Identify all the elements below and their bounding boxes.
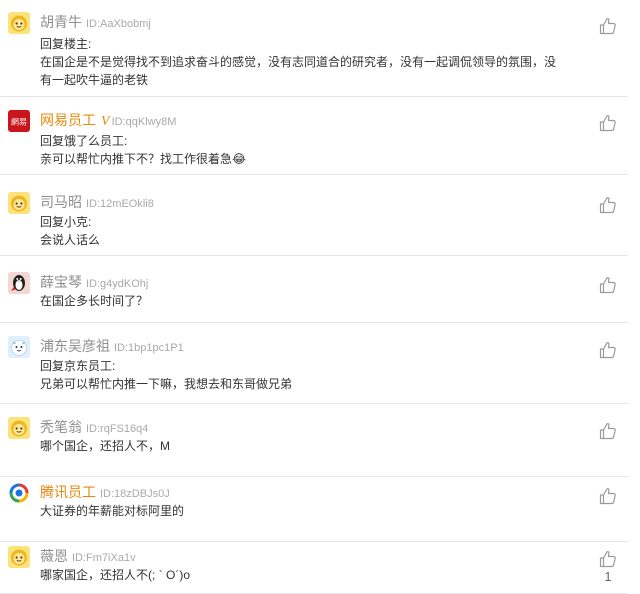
username[interactable]: 薇恩 [40, 548, 68, 564]
comment-item: 秃笔翁 ID:rqFS16q4 哪个国企，还招人不，M [0, 404, 628, 477]
username[interactable]: 秃笔翁 [40, 419, 82, 435]
comment-list: 胡青牛 ID:AaXbobmj 回复楼主: 在国企是不是觉得找不到追求奋斗的感觉，没有… [0, 0, 640, 594]
comment-header: 腾讯员工 ID:18zDBJs0J [40, 482, 170, 502]
comment-item: 薇恩 ID:Fm7iXa1v 哪家国企，还招人不(; ` O´)o 1 [0, 542, 628, 594]
username[interactable]: 网易员工 [40, 112, 96, 128]
comment-text: 大证券的年薪能对标阿里的 [40, 502, 585, 520]
comment-header: 薛宝琴 ID:g4ydKOhj [40, 272, 148, 292]
comment-header: 浦东吴彦祖 ID:1bp1pc1P1 [40, 336, 184, 356]
comment-text: 回复小克: 会说人话么 [40, 213, 585, 249]
verified-badge: V [101, 114, 110, 129]
comment-item: 薛宝琴 ID:g4ydKOhj 在国企多长时间了？ [0, 256, 628, 323]
comment-line: 哪家国企，还招人不(; ` O´)o [40, 568, 190, 582]
comment-item: 胡青牛 ID:AaXbobmj 回复楼主: 在国企是不是觉得找不到追求奋斗的感觉，没有… [0, 0, 628, 97]
thumbs-up-icon[interactable] [598, 113, 618, 133]
user-id: ID:g4ydKOhj [86, 278, 149, 290]
comment-text: 回复饿了么员工: 亲可以帮忙内推下不？找工作很着急😂 [40, 132, 585, 168]
avatar[interactable]: 網易 [8, 110, 30, 132]
user-id: ID:18zDBJs0J [100, 488, 170, 500]
user-id: ID:1bp1pc1P1 [114, 342, 184, 354]
thumbs-up-icon[interactable] [598, 421, 618, 441]
username[interactable]: 薛宝琴 [40, 274, 82, 290]
avatar[interactable] [8, 12, 30, 34]
comment-line: 亲可以帮忙内推下不？找工作很着急😂 [40, 152, 247, 166]
thumbs-up-icon[interactable] [598, 195, 618, 215]
thumbs-up-icon[interactable] [598, 486, 618, 506]
comment-line: 有一起吹牛逼的老铁 [40, 73, 149, 87]
comment-text: 哪个国企，还招人不，M [40, 437, 585, 455]
username[interactable]: 司马昭 [40, 194, 82, 210]
comment-header: 秃笔翁 ID:rqFS16q4 [40, 417, 148, 437]
avatar[interactable] [8, 482, 30, 504]
thumbs-up-icon[interactable] [598, 16, 618, 36]
comment-header: 网易员工 V ID:qqKlwy8M [40, 110, 176, 130]
comment-text: 回复楼主: 在国企是不是觉得找不到追求奋斗的感觉，没有志同道合的研究者，没有一起调… [40, 35, 585, 89]
username[interactable]: 胡青牛 [40, 14, 82, 30]
comment-text: 哪家国企，还招人不(; ` O´)o [40, 566, 585, 584]
user-id: ID:AaXbobmj [86, 18, 151, 30]
comment-line: 回复小克: [40, 215, 92, 229]
comment-line: 哪个国企，还招人不，M [40, 439, 170, 453]
comment-line: 兄弟可以帮忙内推一下嘛，我想去和东哥做兄弟 [40, 377, 293, 391]
user-id: ID:qqKlwy8M [111, 116, 177, 128]
comment-item: 司马昭 ID:12mEOkli8 回复小克: 会说人话么 [0, 175, 628, 256]
comment-line: 大证券的年薪能对标阿里的 [40, 504, 185, 518]
avatar[interactable] [8, 546, 30, 568]
comment-line: 在国企多长时间了？ [40, 294, 149, 308]
like-count: 1 [604, 569, 612, 584]
svg-text:網易: 網易 [11, 117, 27, 127]
username[interactable]: 浦东吴彦祖 [40, 338, 110, 354]
comment-item: 浦东吴彦祖 ID:1bp1pc1P1 回复京东员工: 兄弟可以帮忙内推一下嘛，我想去和… [0, 323, 628, 404]
comment-header: 司马昭 ID:12mEOkli8 [40, 192, 154, 212]
avatar[interactable] [8, 417, 30, 439]
comment-header: 胡青牛 ID:AaXbobmj [40, 12, 151, 32]
user-id: ID:rqFS16q4 [86, 423, 149, 435]
comment-line: 回复楼主: [40, 37, 92, 51]
comment-line: 在国企是不是觉得找不到追求奋斗的感觉，没有志同道合的研究者，没有一起调侃领导的氛… [40, 55, 557, 69]
comment-item: 腾讯员工 ID:18zDBJs0J 大证券的年薪能对标阿里的 [0, 477, 628, 542]
user-id: ID:Fm7iXa1v [72, 552, 136, 564]
username[interactable]: 腾讯员工 [40, 484, 96, 500]
comment-line: 回复饿了么员工: [40, 134, 128, 148]
comment-item: 網易 网易员工 V ID:qqKlwy8M 回复饿了么员工: 亲可以帮忙内推下不？找工作很… [0, 97, 628, 175]
comment-text: 回复京东员工: 兄弟可以帮忙内推一下嘛，我想去和东哥做兄弟 [40, 357, 585, 393]
user-id: ID:12mEOkli8 [86, 198, 154, 210]
comment-text: 在国企多长时间了？ [40, 292, 585, 310]
thumbs-up-icon[interactable] [598, 275, 618, 295]
comment-header: 薇恩 ID:Fm7iXa1v [40, 546, 136, 566]
avatar[interactable] [8, 272, 30, 294]
avatar[interactable] [8, 192, 30, 214]
comment-line: 回复京东员工: [40, 359, 116, 373]
avatar[interactable] [8, 336, 30, 358]
thumbs-up-icon[interactable] [598, 340, 618, 360]
thumbs-up-icon[interactable] [598, 549, 618, 569]
comment-line: 会说人话么 [40, 233, 101, 247]
